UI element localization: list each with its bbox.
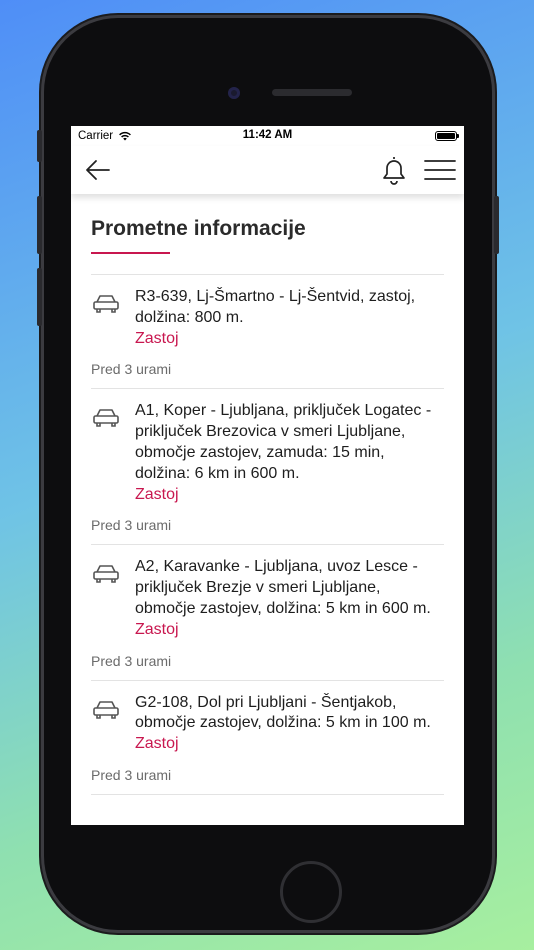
- status-bar: Carrier 11:42 AM: [71, 126, 464, 146]
- mute-switch: [37, 130, 42, 162]
- traffic-item-body: A1, Koper - Ljubljana, priključek Logate…: [135, 401, 444, 505]
- traffic-item-time: Pred 3 urami: [91, 652, 172, 669]
- traffic-item-row: G2-108, Dol pri Ljubljani - Šentjakob, o…: [91, 693, 444, 755]
- traffic-item-text: G2-108, Dol pri Ljubljani - Šentjakob, o…: [135, 693, 431, 732]
- traffic-item-row: R3-639, Lj-Šmartno - Lj-Šentvid, zastoj,…: [91, 287, 444, 349]
- traffic-item[interactable]: R3-639, Lj-Šmartno - Lj-Šentvid, zastoj,…: [91, 274, 444, 388]
- earpiece-speaker: [272, 89, 352, 96]
- traffic-item[interactable]: A2, Karavanke - Ljubljana, uvoz Lesce - …: [91, 544, 444, 679]
- traffic-item-body: R3-639, Lj-Šmartno - Lj-Šentvid, zastoj,…: [135, 287, 444, 349]
- traffic-item-partial[interactable]: [91, 793, 444, 817]
- traffic-item-text: R3-639, Lj-Šmartno - Lj-Šentvid, zastoj,…: [135, 288, 416, 326]
- top-nav-bar: [71, 146, 464, 194]
- volume-down-button: [37, 268, 42, 326]
- traffic-item[interactable]: A1, Koper - Ljubljana, priključek Logate…: [91, 388, 444, 544]
- car-icon: [93, 565, 119, 584]
- traffic-item[interactable]: G2-108, Dol pri Ljubljani - Šentjakob, o…: [91, 679, 444, 794]
- car-icon: [93, 700, 119, 719]
- nav-actions: [378, 154, 456, 186]
- bell-icon[interactable]: [378, 154, 410, 186]
- traffic-item-text: A1, Koper - Ljubljana, priključek Logate…: [135, 402, 432, 482]
- car-icon: [93, 295, 119, 313]
- volume-up-button: [37, 196, 42, 254]
- power-button: [494, 196, 499, 254]
- battery-icon: [435, 131, 459, 141]
- traffic-item-type: Zastoj: [135, 735, 179, 753]
- traffic-item-type: Zastoj: [135, 329, 179, 347]
- traffic-item-type: Zastoj: [135, 620, 179, 638]
- traffic-item-row: A2, Karavanke - Ljubljana, uvoz Lesce - …: [91, 557, 444, 640]
- traffic-item-time: Pred 3 urami: [91, 361, 172, 378]
- traffic-item-body: A2, Karavanke - Ljubljana, uvoz Lesce - …: [135, 557, 444, 640]
- traffic-item-type: Zastoj: [135, 485, 179, 503]
- traffic-item-text: A2, Karavanke - Ljubljana, uvoz Lesce - …: [135, 558, 431, 617]
- car-icon: [93, 409, 119, 428]
- title-underline: [91, 252, 170, 254]
- front-camera: [228, 87, 240, 99]
- traffic-item-body: G2-108, Dol pri Ljubljani - Šentjakob, o…: [135, 693, 444, 755]
- page-title: Prometne informacije: [91, 217, 306, 240]
- traffic-item-row: A1, Koper - Ljubljana, priključek Logate…: [91, 401, 444, 505]
- traffic-item-time: Pred 3 urami: [91, 766, 172, 783]
- back-arrow-icon[interactable]: [85, 159, 111, 181]
- app-screen: Carrier 11:42 AM Prometne informacije R3…: [71, 126, 464, 825]
- hamburger-menu-icon[interactable]: [424, 159, 456, 181]
- home-button[interactable]: [280, 861, 342, 923]
- main-content: Prometne informacije R3-639, Lj-Šmartno …: [71, 216, 464, 817]
- traffic-item-time: Pred 3 urami: [91, 517, 172, 534]
- status-time: 11:42 AM: [242, 129, 293, 141]
